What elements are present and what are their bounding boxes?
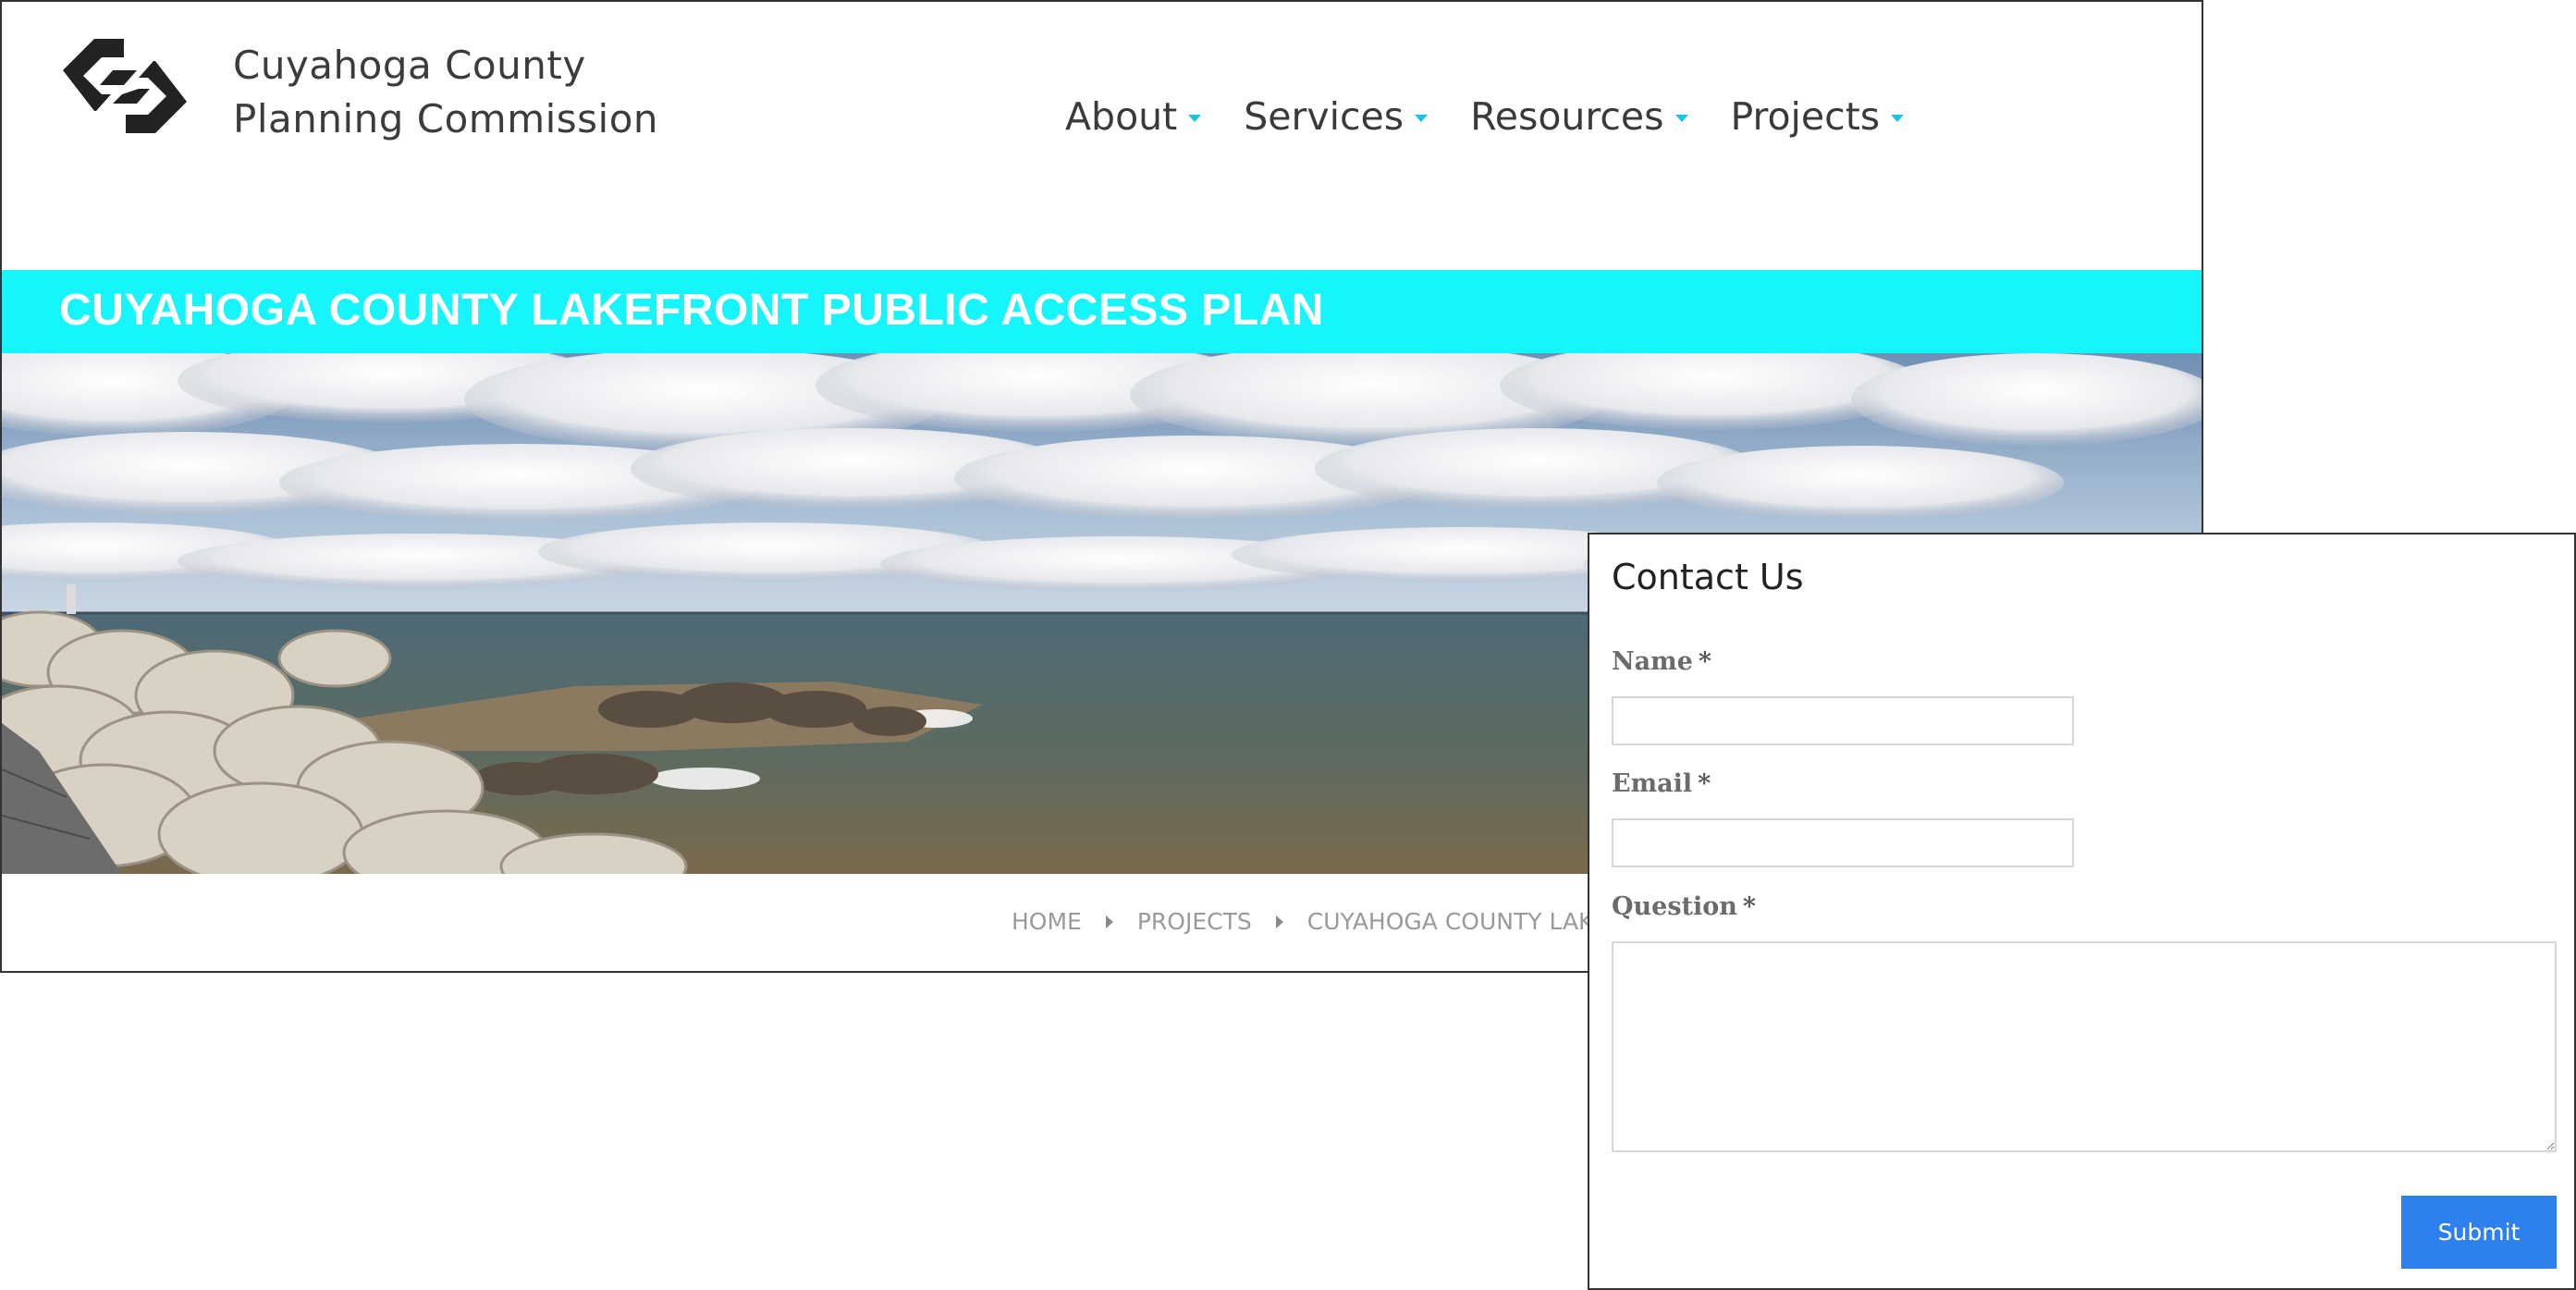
cpc-chain-logo-icon[interactable] [59,37,190,137]
email-label-text: Email [1612,769,1693,798]
submit-button[interactable]: Submit [2401,1196,2557,1269]
nav-item-services[interactable]: Services [1244,94,1429,139]
required-marker: * [1742,892,1757,921]
site-header: Cuyahoga County Planning Commission Abou… [2,2,2202,270]
organization-name[interactable]: Cuyahoga County Planning Commission [233,39,658,146]
organization-name-line2: Planning Commission [233,96,659,141]
caret-down-icon [1674,115,1688,122]
nav-item-resources[interactable]: Resources [1470,94,1688,139]
required-marker: * [1698,647,1712,676]
name-field[interactable] [1612,696,2074,745]
caret-down-icon [1415,115,1429,122]
breadcrumb: HOME PROJECTS CUYAHOGA COUNTY LAKEFR [1012,908,1638,935]
contact-form-title: Contact Us [1612,557,1804,597]
caret-down-icon [1891,115,1905,122]
caret-down-icon [1188,115,1202,122]
page-title: CUYAHOGA COUNTY LAKEFRONT PUBLIC ACCESS … [59,286,1324,335]
breadcrumb-separator-icon [1105,915,1113,928]
nav-item-label: Resources [1470,94,1664,139]
breadcrumb-separator-icon [1275,915,1283,928]
nav-item-label: About [1065,94,1178,139]
question-label: Question * [1612,892,1756,921]
nav-item-about[interactable]: About [1065,94,1202,139]
breadcrumb-projects-link[interactable]: PROJECTS [1137,908,1252,935]
main-nav: About Services Resources Projects [1065,94,1905,139]
question-textarea[interactable] [1612,941,2557,1152]
breadcrumb-home-link[interactable]: HOME [1012,908,1082,935]
nav-item-label: Projects [1730,94,1881,139]
nav-item-label: Services [1244,94,1405,139]
email-label: Email * [1612,769,1711,798]
contact-form-panel: Contact Us Name * Email * Question * Submit [1588,533,2576,1290]
name-label-text: Name [1612,647,1693,676]
required-marker: * [1698,769,1711,798]
name-label: Name * [1612,647,1711,676]
question-label-text: Question [1612,892,1737,921]
nav-item-projects[interactable]: Projects [1731,94,1905,139]
page-title-banner: CUYAHOGA COUNTY LAKEFRONT PUBLIC ACCESS … [2,270,2202,353]
email-field[interactable] [1612,818,2074,867]
organization-name-line1: Cuyahoga County [233,43,586,88]
